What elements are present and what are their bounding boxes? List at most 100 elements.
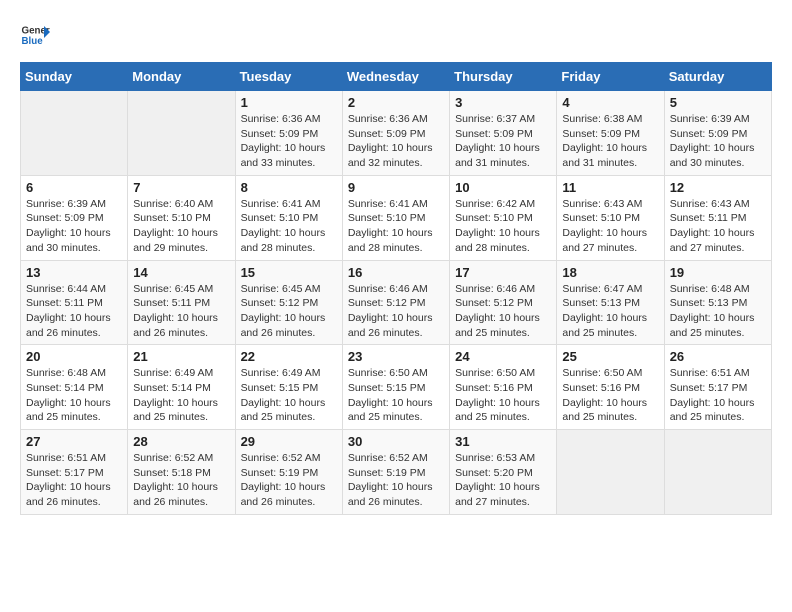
cell-details: Sunrise: 6:38 AMSunset: 5:09 PMDaylight:… [562,112,658,171]
day-number: 13 [26,265,122,280]
day-number: 6 [26,180,122,195]
calendar-cell [21,91,128,176]
day-number: 12 [670,180,766,195]
day-number: 19 [670,265,766,280]
header-friday: Friday [557,63,664,91]
cell-details: Sunrise: 6:42 AMSunset: 5:10 PMDaylight:… [455,197,551,256]
calendar-week-5: 27 Sunrise: 6:51 AMSunset: 5:17 PMDayligh… [21,430,772,515]
cell-details: Sunrise: 6:50 AMSunset: 5:15 PMDaylight:… [348,366,444,425]
calendar-cell: 17 Sunrise: 6:46 AMSunset: 5:12 PMDayligh… [450,260,557,345]
cell-details: Sunrise: 6:45 AMSunset: 5:11 PMDaylight:… [133,282,229,341]
cell-details: Sunrise: 6:39 AMSunset: 5:09 PMDaylight:… [26,197,122,256]
cell-details: Sunrise: 6:49 AMSunset: 5:14 PMDaylight:… [133,366,229,425]
day-number: 16 [348,265,444,280]
day-number: 2 [348,95,444,110]
day-number: 17 [455,265,551,280]
header-monday: Monday [128,63,235,91]
header-sunday: Sunday [21,63,128,91]
cell-details: Sunrise: 6:46 AMSunset: 5:12 PMDaylight:… [455,282,551,341]
calendar-cell: 5Sunrise: 6:39 AMSunset: 5:09 PMDaylight… [664,91,771,176]
calendar-cell: 21 Sunrise: 6:49 AMSunset: 5:14 PMDayligh… [128,345,235,430]
calendar-cell [664,430,771,515]
cell-details: Sunrise: 6:43 AMSunset: 5:10 PMDaylight:… [562,197,658,256]
calendar-cell: 31Sunrise: 6:53 AMSunset: 5:20 PMDayligh… [450,430,557,515]
cell-details: Sunrise: 6:52 AMSunset: 5:19 PMDaylight:… [241,451,337,510]
calendar-week-1: 1 Sunrise: 6:36 AMSunset: 5:09 PMDaylight… [21,91,772,176]
logo-icon: General Blue [20,20,50,50]
svg-text:Blue: Blue [22,36,44,47]
cell-details: Sunrise: 6:52 AMSunset: 5:19 PMDaylight:… [348,451,444,510]
day-number: 20 [26,349,122,364]
calendar-week-2: 6 Sunrise: 6:39 AMSunset: 5:09 PMDaylight… [21,175,772,260]
cell-details: Sunrise: 6:51 AMSunset: 5:17 PMDaylight:… [670,366,766,425]
header-thursday: Thursday [450,63,557,91]
calendar-cell: 22 Sunrise: 6:49 AMSunset: 5:15 PMDayligh… [235,345,342,430]
calendar-cell: 15 Sunrise: 6:45 AMSunset: 5:12 PMDayligh… [235,260,342,345]
day-number: 4 [562,95,658,110]
day-number: 9 [348,180,444,195]
cell-details: Sunrise: 6:50 AMSunset: 5:16 PMDaylight:… [455,366,551,425]
calendar-table: SundayMondayTuesdayWednesdayThursdayFrid… [20,62,772,515]
calendar-cell: 27 Sunrise: 6:51 AMSunset: 5:17 PMDayligh… [21,430,128,515]
cell-details: Sunrise: 6:51 AMSunset: 5:17 PMDaylight:… [26,451,122,510]
cell-details: Sunrise: 6:50 AMSunset: 5:16 PMDaylight:… [562,366,658,425]
cell-details: Sunrise: 6:45 AMSunset: 5:12 PMDaylight:… [241,282,337,341]
calendar-cell: 16Sunrise: 6:46 AMSunset: 5:12 PMDayligh… [342,260,449,345]
cell-details: Sunrise: 6:44 AMSunset: 5:11 PMDaylight:… [26,282,122,341]
cell-details: Sunrise: 6:36 AMSunset: 5:09 PMDaylight:… [241,112,337,171]
calendar-cell [557,430,664,515]
calendar-cell: 24 Sunrise: 6:50 AMSunset: 5:16 PMDayligh… [450,345,557,430]
calendar-cell: 20Sunrise: 6:48 AMSunset: 5:14 PMDayligh… [21,345,128,430]
cell-details: Sunrise: 6:49 AMSunset: 5:15 PMDaylight:… [241,366,337,425]
logo: General Blue [20,20,50,50]
header-row: SundayMondayTuesdayWednesdayThursdayFrid… [21,63,772,91]
day-number: 28 [133,434,229,449]
calendar-cell: 29 Sunrise: 6:52 AMSunset: 5:19 PMDayligh… [235,430,342,515]
calendar-cell: 18 Sunrise: 6:47 AMSunset: 5:13 PMDayligh… [557,260,664,345]
day-number: 27 [26,434,122,449]
cell-details: Sunrise: 6:47 AMSunset: 5:13 PMDaylight:… [562,282,658,341]
cell-details: Sunrise: 6:40 AMSunset: 5:10 PMDaylight:… [133,197,229,256]
cell-details: Sunrise: 6:41 AMSunset: 5:10 PMDaylight:… [348,197,444,256]
calendar-cell: 19 Sunrise: 6:48 AMSunset: 5:13 PMDayligh… [664,260,771,345]
cell-details: Sunrise: 6:41 AMSunset: 5:10 PMDaylight:… [241,197,337,256]
calendar-cell: 11 Sunrise: 6:43 AMSunset: 5:10 PMDayligh… [557,175,664,260]
day-number: 25 [562,349,658,364]
cell-details: Sunrise: 6:48 AMSunset: 5:13 PMDaylight:… [670,282,766,341]
cell-details: Sunrise: 6:52 AMSunset: 5:18 PMDaylight:… [133,451,229,510]
calendar-cell: 28 Sunrise: 6:52 AMSunset: 5:18 PMDayligh… [128,430,235,515]
cell-details: Sunrise: 6:43 AMSunset: 5:11 PMDaylight:… [670,197,766,256]
day-number: 8 [241,180,337,195]
day-number: 7 [133,180,229,195]
calendar-cell: 10 Sunrise: 6:42 AMSunset: 5:10 PMDayligh… [450,175,557,260]
day-number: 1 [241,95,337,110]
day-number: 29 [241,434,337,449]
header-wednesday: Wednesday [342,63,449,91]
calendar-cell: 30Sunrise: 6:52 AMSunset: 5:19 PMDayligh… [342,430,449,515]
day-number: 14 [133,265,229,280]
calendar-cell: 23 Sunrise: 6:50 AMSunset: 5:15 PMDayligh… [342,345,449,430]
day-number: 15 [241,265,337,280]
calendar-cell [128,91,235,176]
day-number: 23 [348,349,444,364]
day-number: 24 [455,349,551,364]
day-number: 21 [133,349,229,364]
calendar-cell: 8 Sunrise: 6:41 AMSunset: 5:10 PMDaylight… [235,175,342,260]
header-tuesday: Tuesday [235,63,342,91]
calendar-cell: 25 Sunrise: 6:50 AMSunset: 5:16 PMDayligh… [557,345,664,430]
calendar-cell: 7 Sunrise: 6:40 AMSunset: 5:10 PMDaylight… [128,175,235,260]
calendar-cell: 13 Sunrise: 6:44 AMSunset: 5:11 PMDayligh… [21,260,128,345]
page-header: General Blue [20,20,772,50]
calendar-cell: 9 Sunrise: 6:41 AMSunset: 5:10 PMDaylight… [342,175,449,260]
day-number: 3 [455,95,551,110]
day-number: 18 [562,265,658,280]
day-number: 10 [455,180,551,195]
calendar-cell: 4 Sunrise: 6:38 AMSunset: 5:09 PMDaylight… [557,91,664,176]
day-number: 31 [455,434,551,449]
calendar-cell: 1 Sunrise: 6:36 AMSunset: 5:09 PMDaylight… [235,91,342,176]
day-number: 11 [562,180,658,195]
calendar-cell: 26 Sunrise: 6:51 AMSunset: 5:17 PMDayligh… [664,345,771,430]
calendar-cell: 12 Sunrise: 6:43 AMSunset: 5:11 PMDayligh… [664,175,771,260]
day-number: 26 [670,349,766,364]
day-number: 22 [241,349,337,364]
